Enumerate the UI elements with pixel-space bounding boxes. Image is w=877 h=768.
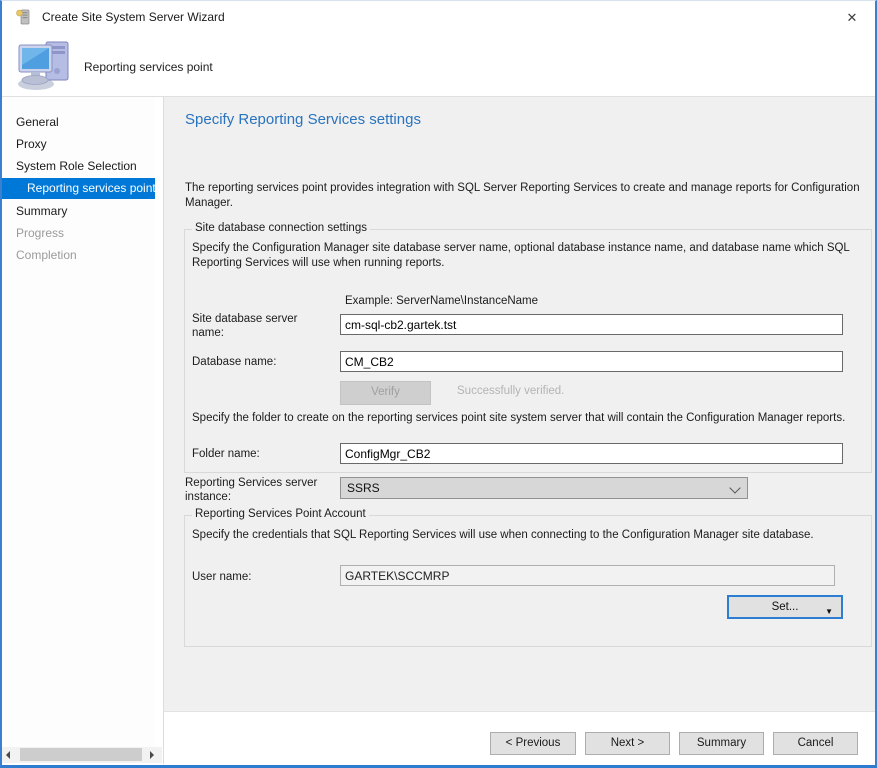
title-bar[interactable]: Create Site System Server Wizard ✕ — [2, 1, 875, 33]
db-connection-description: Specify the Configuration Manager site d… — [192, 241, 854, 271]
sidebar-item-general[interactable]: General — [2, 111, 155, 133]
server-instance-value: SSRS — [347, 481, 380, 495]
wizard-window: Create Site System Server Wizard ✕ Repor… — [0, 0, 877, 768]
database-name-label: Database name: — [192, 355, 276, 369]
server-instance-dropdown[interactable]: SSRS — [340, 477, 748, 499]
sidebar-item-summary[interactable]: Summary — [2, 200, 155, 222]
wizard-icon — [16, 9, 32, 25]
wizard-steps-sidebar: General Proxy System Role Selection Repo… — [2, 97, 155, 747]
window-title: Create Site System Server Wizard — [42, 10, 225, 24]
sidebar-item-completion: Completion — [2, 244, 155, 266]
scroll-left-icon[interactable] — [6, 751, 10, 759]
verify-button: Verify — [340, 381, 431, 405]
sidebar-item-reporting-services-point[interactable]: Reporting services point — [2, 178, 155, 199]
summary-button[interactable]: Summary — [679, 732, 764, 755]
server-instance-label: Reporting Services server instance: — [185, 476, 333, 504]
sidebar-item-progress: Progress — [2, 222, 155, 244]
folder-name-input[interactable] — [340, 443, 843, 464]
folder-description: Specify the folder to create on the repo… — [192, 411, 864, 426]
folder-name-label: Folder name: — [192, 447, 260, 461]
site-system-computer-icon — [16, 37, 74, 91]
cancel-button[interactable]: Cancel — [773, 732, 858, 755]
sidebar-item-system-role-selection[interactable]: System Role Selection — [2, 155, 155, 177]
header-title: Reporting services point — [84, 60, 213, 74]
wizard-header: Reporting services point — [2, 33, 875, 96]
verify-status-text: Successfully verified. — [457, 385, 564, 397]
sidebar-horizontal-scrollbar[interactable] — [2, 747, 162, 763]
account-description: Specify the credentials that SQL Reporti… — [192, 528, 864, 543]
server-name-label: Site database server name: — [192, 312, 332, 340]
close-icon[interactable]: ✕ — [836, 6, 868, 30]
scroll-right-icon[interactable] — [150, 751, 154, 759]
page-heading: Specify Reporting Services settings — [185, 111, 421, 128]
chevron-down-icon — [729, 482, 740, 493]
menu-arrow-icon: ▼ — [825, 602, 833, 622]
db-connection-group-title: Site database connection settings — [192, 222, 370, 234]
server-name-input[interactable] — [340, 314, 843, 335]
intro-text: The reporting services point provides in… — [185, 181, 865, 211]
sidebar-item-proxy[interactable]: Proxy — [2, 133, 155, 155]
user-name-input[interactable] — [340, 565, 835, 586]
scrollbar-thumb[interactable] — [20, 748, 142, 761]
previous-button[interactable]: < Previous — [490, 732, 576, 755]
account-group-title: Reporting Services Point Account — [192, 508, 369, 520]
next-button[interactable]: Next > — [585, 732, 670, 755]
database-name-input[interactable] — [340, 351, 843, 372]
set-account-button-label: Set... — [772, 601, 799, 613]
user-name-label: User name: — [192, 570, 251, 584]
set-account-button[interactable]: Set... ▼ — [727, 595, 843, 619]
footer-divider — [164, 711, 877, 712]
server-name-example-label: Example: ServerName\InstanceName — [345, 295, 538, 307]
